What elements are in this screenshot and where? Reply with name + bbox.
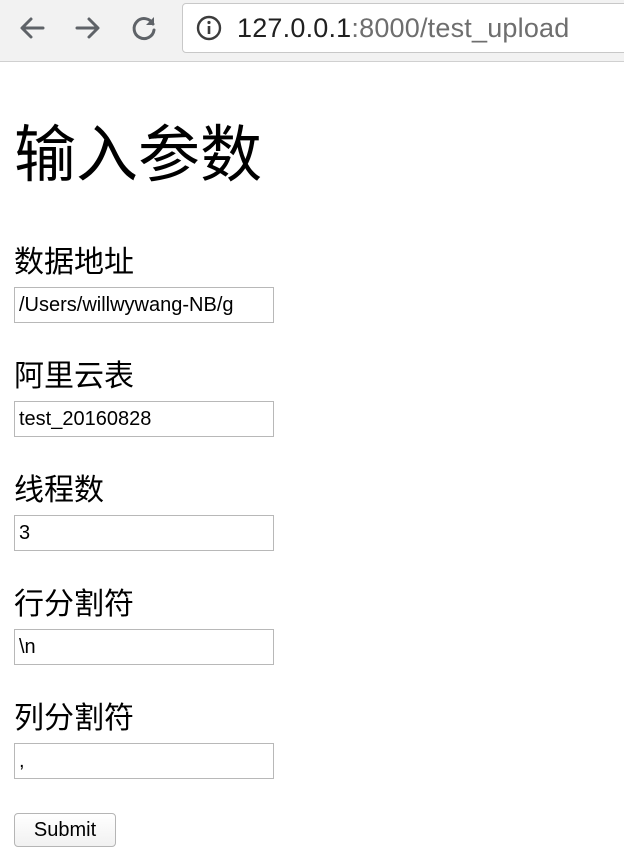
address-bar[interactable]: 127.0.0.1:8000/test_upload	[182, 3, 624, 53]
reload-button[interactable]	[124, 10, 164, 46]
url-host: 127.0.0.1	[237, 12, 352, 43]
column-delimiter-label: 列分割符	[14, 701, 134, 736]
arrow-left-icon	[20, 17, 45, 39]
url-path: :8000/test_upload	[351, 12, 570, 43]
reload-icon	[132, 17, 156, 40]
forward-button[interactable]	[68, 10, 108, 46]
url-text: 127.0.0.1:8000/test_upload	[237, 13, 570, 44]
submit-button[interactable]: Submit	[14, 813, 116, 847]
info-icon[interactable]	[196, 15, 222, 41]
data-address-input[interactable]	[14, 287, 274, 323]
back-button[interactable]	[12, 10, 52, 46]
row-delimiter-input[interactable]	[14, 629, 274, 665]
thread-count-input[interactable]	[14, 515, 274, 551]
browser-toolbar: 127.0.0.1:8000/test_upload	[0, 0, 624, 62]
column-delimiter-input[interactable]	[14, 743, 274, 779]
data-address-label: 数据地址	[14, 245, 134, 280]
aliyun-table-input[interactable]	[14, 401, 274, 437]
aliyun-table-label: 阿里云表	[14, 359, 134, 394]
row-delimiter-label: 行分割符	[14, 587, 134, 622]
arrow-right-icon	[75, 17, 100, 39]
page-title: 输入参数	[14, 118, 263, 191]
thread-count-label: 线程数	[14, 473, 104, 508]
